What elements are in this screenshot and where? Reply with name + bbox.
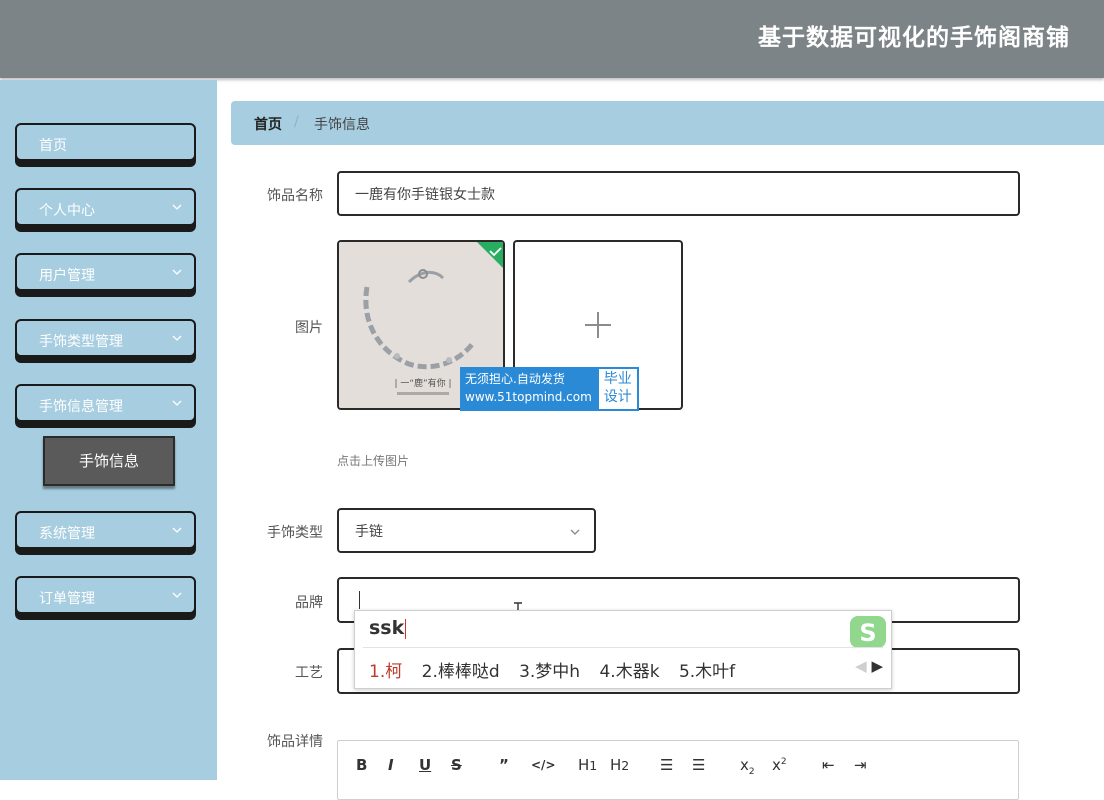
ime-candidates: 1.柯 2.棒棒哒d 3.梦中h 4.木器k 5.木叶f	[369, 657, 749, 682]
subscript-button[interactable]: x2	[740, 756, 755, 777]
superscript-button[interactable]: x2	[772, 756, 787, 774]
upload-hint: 点击上传图片	[337, 454, 410, 468]
underline-button[interactable]: U	[419, 756, 431, 774]
sidebar-item-home[interactable]: 首页	[15, 123, 196, 161]
indent-icon[interactable]: ⇥	[854, 756, 867, 774]
text-cursor	[359, 591, 360, 609]
watermark-line2: www.51topmind.com	[465, 390, 592, 404]
sidebar-item-label: 用户管理	[39, 268, 95, 284]
ime-candidate[interactable]: 2.棒棒哒d	[422, 657, 500, 682]
svg-text:S: S	[859, 619, 876, 647]
breadcrumb: 首页 / 手饰信息	[231, 101, 1104, 145]
detail-label: 饰品详情	[267, 734, 323, 750]
sidebar-item-jewelry-type-management[interactable]: 手饰类型管理	[15, 319, 196, 357]
sidebar-item-jewelry-info-management[interactable]: 手饰信息管理	[15, 384, 196, 422]
ime-candidate[interactable]: 5.木叶f	[679, 657, 735, 682]
watermark-line1: 无须担心.自动发货	[465, 372, 565, 386]
code-button[interactable]: </>	[531, 758, 556, 772]
brand-label: 品牌	[295, 595, 323, 611]
watermark-badge-line2: 设计	[603, 389, 632, 405]
sidebar-item-label: 首页	[39, 138, 67, 154]
ime-page-arrows[interactable]: ◀ ▶	[855, 657, 883, 675]
ordered-list-icon[interactable]: ☰	[660, 756, 673, 774]
bullet-list-icon[interactable]: ☰	[692, 756, 705, 774]
breadcrumb-separator: /	[294, 114, 299, 130]
category-label: 手饰类型	[267, 525, 323, 541]
strike-button[interactable]: S	[451, 756, 462, 774]
ime-candidate[interactable]: 3.梦中h	[519, 657, 580, 682]
arrow-right-icon[interactable]: ▶	[871, 657, 883, 675]
sidebar-item-label: 系统管理	[39, 526, 95, 542]
sidebar-item-personal-center[interactable]: 个人中心	[15, 188, 196, 226]
chevron-down-icon	[172, 592, 182, 598]
top-bar: 基于数据可视化的手饰阁商铺	[0, 0, 1104, 78]
category-value: 手链	[355, 524, 383, 540]
h2-button[interactable]: H2	[610, 756, 629, 774]
name-value: 一鹿有你手链银女士款	[355, 187, 495, 203]
chevron-down-icon	[172, 269, 182, 275]
sidebar-item-order-management[interactable]: 订单管理	[15, 576, 196, 614]
bold-button[interactable]: B	[356, 756, 367, 774]
ime-candidate-window: ssk S 1.柯 2.棒棒哒d 3.梦中h 4.木器k 5.木叶f ◀ ▶	[354, 610, 892, 689]
sogou-logo-icon: S	[850, 616, 886, 648]
craft-label: 工艺	[295, 665, 323, 681]
chevron-down-icon	[570, 529, 580, 535]
sidebar: 首页 个人中心 用户管理 手饰类型管理 手饰信息管理 系统管理 订单管理	[0, 80, 217, 780]
sidebar-item-system-management[interactable]: 系统管理	[15, 511, 196, 549]
sidebar-item-user-management[interactable]: 用户管理	[15, 253, 196, 291]
sidebar-item-label: 订单管理	[39, 591, 95, 607]
ime-candidate[interactable]: 1.柯	[369, 657, 402, 682]
h1-button[interactable]: H1	[578, 756, 597, 774]
category-select[interactable]: 手链	[337, 508, 596, 553]
name-label: 饰品名称	[267, 188, 323, 204]
arrow-left-icon[interactable]: ◀	[855, 657, 867, 675]
sidebar-subitem-jewelry-info[interactable]: 手饰信息	[43, 436, 175, 486]
sidebar-item-label: 个人中心	[39, 203, 95, 219]
ime-candidate[interactable]: 4.木器k	[599, 657, 659, 682]
watermark-badge-line1: 毕业	[603, 371, 632, 387]
chevron-down-icon	[172, 204, 182, 210]
chevron-down-icon	[172, 527, 182, 533]
outdent-icon[interactable]: ⇤	[822, 756, 835, 774]
chevron-down-icon	[172, 400, 182, 406]
app-title: 基于数据可视化的手饰阁商铺	[758, 25, 1070, 51]
blockquote-button[interactable]: ”	[499, 756, 509, 774]
sidebar-item-label: 手饰信息管理	[39, 399, 123, 415]
watermark-banner: 无须担心.自动发货 www.51topmind.com 毕业 设计	[460, 367, 639, 411]
sidebar-item-label: 手饰类型管理	[39, 334, 123, 350]
thumb-caption: | 一“鹿”有你 |	[394, 377, 451, 389]
italic-button[interactable]: I	[388, 756, 394, 774]
name-input[interactable]: 一鹿有你手链银女士款	[337, 171, 1020, 216]
rich-text-editor[interactable]: B I U S ” </> H1 H2 ☰ ☰ x2 x2 ⇤ ⇥	[337, 740, 1019, 800]
image-label: 图片	[295, 320, 323, 336]
chevron-down-icon	[172, 335, 182, 341]
breadcrumb-home[interactable]: 首页	[254, 114, 282, 134]
ime-composition: ssk	[369, 617, 407, 639]
breadcrumb-current: 手饰信息	[314, 117, 370, 133]
